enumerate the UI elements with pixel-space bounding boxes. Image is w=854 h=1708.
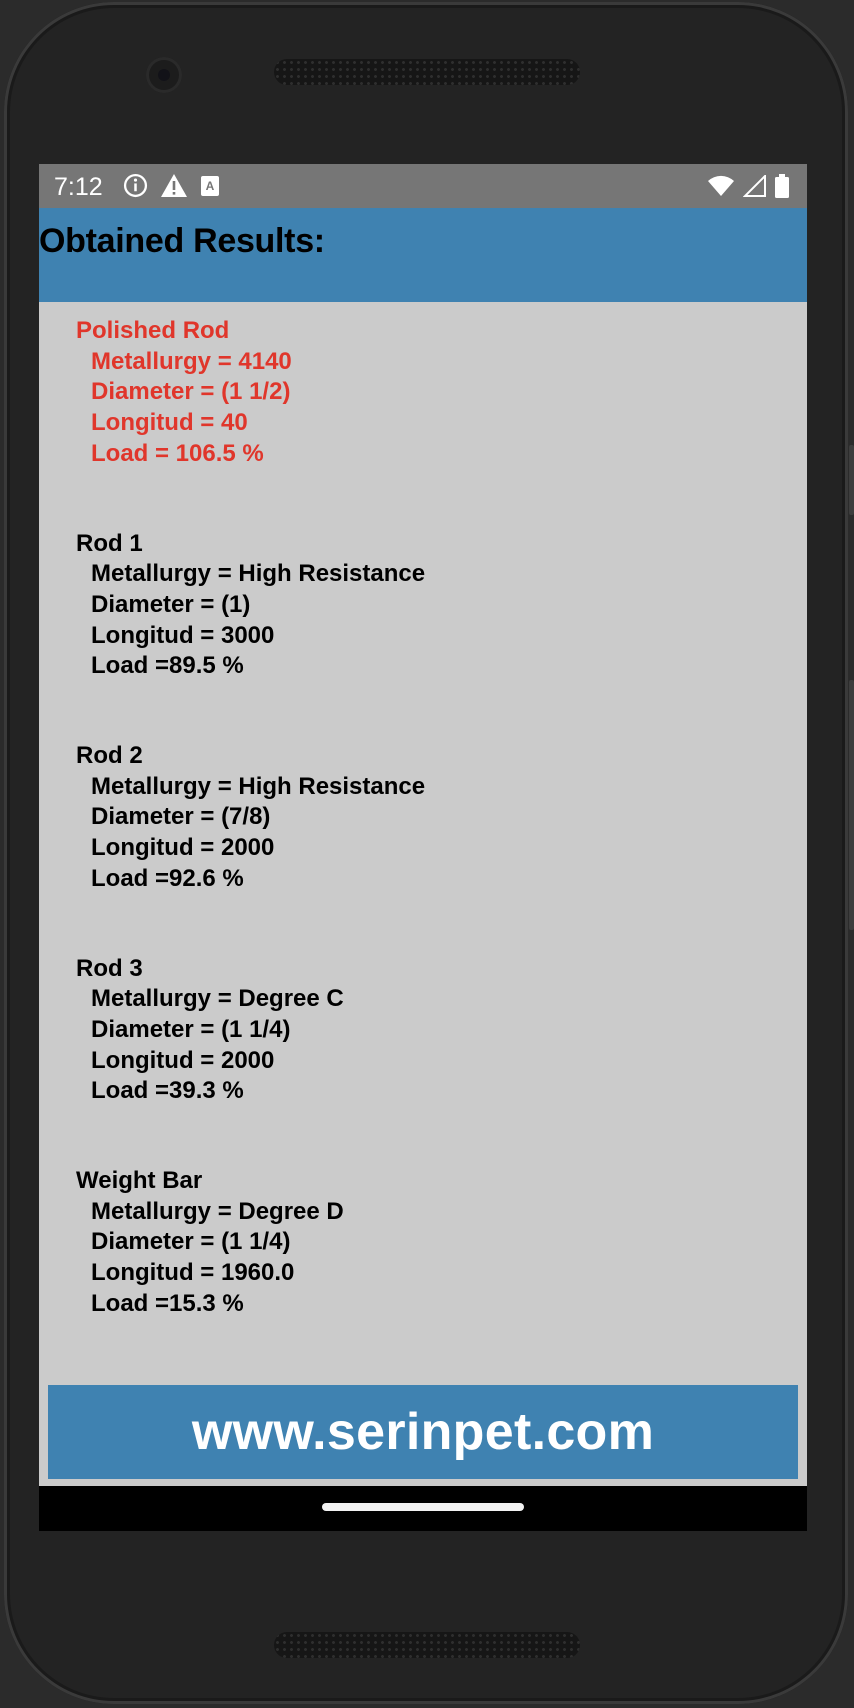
result-metallurgy: Metallurgy = Degree C [91, 985, 344, 1013]
svg-text:A: A [206, 179, 215, 193]
result-block-rod-1: Rod 1 Metallurgy = High Resistance Diame… [76, 529, 425, 683]
info-icon [123, 173, 148, 203]
result-block-polished-rod: Polished Rod Metallurgy = 4140 Diameter … [76, 316, 425, 470]
result-block-weight-bar: Weight Bar Metallurgy = Degree D Diamete… [76, 1166, 425, 1320]
result-block-rod-3: Rod 3 Metallurgy = Degree C Diameter = (… [76, 954, 425, 1108]
result-longitud: Longitud = 40 [91, 409, 248, 437]
result-title: Polished Rod [76, 317, 230, 344]
result-longitud: Longitud = 3000 [91, 621, 275, 649]
result-longitud: Longitud = 1960.0 [91, 1259, 295, 1287]
page-title: Obtained Results: [39, 222, 325, 260]
result-title: Rod 1 [76, 529, 143, 557]
result-block-rod-2: Rod 2 Metallurgy = High Resistance Diame… [76, 741, 425, 895]
front-camera [146, 57, 182, 93]
home-gesture-handle[interactable] [322, 1503, 524, 1511]
result-diameter: Diameter = (1) [91, 590, 251, 618]
power-button[interactable] [849, 445, 854, 515]
result-diameter: Diameter = (1 1/2) [91, 378, 291, 406]
screen: 7:12 A Obtained Results: Polished Rod Me… [39, 164, 807, 1531]
result-diameter: Diameter = (7/8) [91, 803, 271, 831]
status-time: 7:12 [54, 173, 103, 201]
result-title: Rod 2 [76, 742, 143, 770]
result-diameter: Diameter = (1 1/4) [91, 1228, 291, 1256]
result-metallurgy: Metallurgy = High Resistance [91, 560, 426, 588]
result-load: Load =89.5 % [91, 652, 244, 680]
result-load: Load =15.3 % [91, 1289, 244, 1317]
cell-signal-icon [742, 173, 767, 202]
battery-icon [775, 174, 789, 203]
results-header: Obtained Results: [39, 208, 807, 302]
result-metallurgy: Metallurgy = 4140 [91, 347, 292, 375]
result-longitud: Longitud = 2000 [91, 1046, 275, 1074]
keyboard-a-icon: A [200, 175, 220, 202]
results-list: Polished Rod Metallurgy = 4140 Diameter … [76, 316, 425, 1320]
bottom-speaker [274, 1632, 580, 1658]
result-diameter: Diameter = (1 1/4) [91, 1015, 291, 1043]
volume-rocker[interactable] [849, 680, 854, 930]
result-metallurgy: Metallurgy = High Resistance [91, 772, 426, 800]
earpiece-speaker [274, 59, 580, 85]
wifi-icon [707, 175, 735, 202]
navigation-bar [39, 1486, 807, 1531]
status-bar: 7:12 A [39, 164, 807, 208]
result-title: Rod 3 [76, 954, 143, 982]
website-banner[interactable]: www.serinpet.com [48, 1385, 798, 1479]
result-load: Load = 106.5 % [91, 439, 264, 467]
website-link[interactable]: www.serinpet.com [192, 1402, 654, 1462]
result-load: Load =39.3 % [91, 1077, 244, 1105]
result-load: Load =92.6 % [91, 864, 244, 892]
result-metallurgy: Metallurgy = Degree D [91, 1197, 344, 1225]
result-longitud: Longitud = 2000 [91, 834, 275, 862]
result-title: Weight Bar [76, 1167, 203, 1195]
warning-icon [160, 173, 188, 203]
